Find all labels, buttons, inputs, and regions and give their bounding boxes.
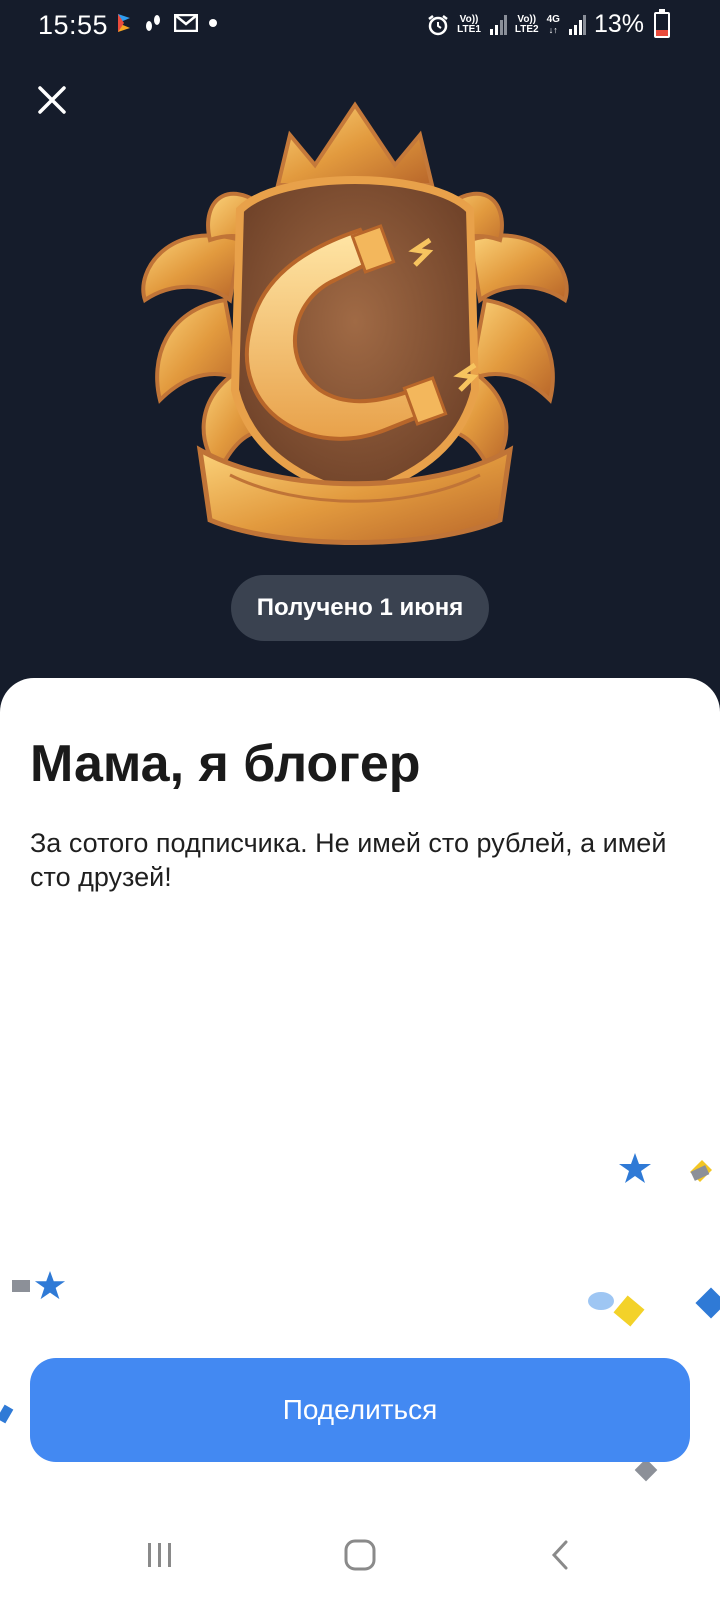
confetti-piece-icon xyxy=(12,1280,30,1292)
back-icon xyxy=(551,1540,568,1570)
sim1-label: Vo)) LTE1 xyxy=(457,13,481,35)
notification-icons xyxy=(116,12,218,34)
recent-apps-icon xyxy=(148,1543,171,1567)
share-button[interactable]: Поделиться xyxy=(30,1358,690,1462)
sim2-label-bottom: LTE2 xyxy=(514,23,539,35)
app-notification-icon xyxy=(118,14,130,32)
system-nav-bar xyxy=(0,1510,720,1600)
confetti-piece-icon xyxy=(634,1458,658,1482)
dot-icon xyxy=(209,19,217,27)
sim2-label: Vo)) LTE2 xyxy=(514,13,539,35)
close-icon xyxy=(38,86,66,114)
confetti-piece-icon xyxy=(695,1287,720,1319)
battery-percent: 13% xyxy=(593,10,644,38)
confetti-piece-icon xyxy=(588,1292,614,1310)
golden-magnet-crest-icon xyxy=(141,101,569,545)
home-button[interactable] xyxy=(330,1530,390,1580)
sim2-label-top: Vo)) xyxy=(517,13,537,25)
battery-icon xyxy=(654,8,670,38)
sim1-label-bottom: LTE1 xyxy=(457,23,481,35)
achievement-description: За сотого подписчика. Не имей сто рублей… xyxy=(30,828,667,892)
close-button[interactable] xyxy=(28,76,76,124)
mail-icon xyxy=(174,14,198,32)
alarm-icon xyxy=(428,14,448,35)
confetti-star-icon xyxy=(34,1270,66,1300)
network-type-label: 4G xyxy=(546,13,560,25)
status-time: 15:55 xyxy=(38,10,109,40)
battery-level xyxy=(656,30,668,36)
achievement-details-sheet: Мама, я блогер За сотого подписчика. Не … xyxy=(0,678,720,1600)
signal-icon xyxy=(489,14,507,35)
confetti-piece-icon xyxy=(0,1404,14,1424)
signal-icon xyxy=(568,14,586,35)
achievement-screen: 15:55 Vo)) LTE1 Vo)) LTE2 4G ↓↑ 13% Полу… xyxy=(0,0,720,1600)
network-type: 4G ↓↑ xyxy=(546,13,560,35)
achievement-title: Мама, я блогер xyxy=(30,735,421,793)
back-button[interactable] xyxy=(530,1530,590,1580)
confetti-piece-icon xyxy=(613,1295,645,1327)
achievement-date-badge: Получено 1 июня xyxy=(231,575,489,641)
recent-apps-button[interactable] xyxy=(130,1530,190,1580)
confetti-star-icon xyxy=(619,1153,651,1183)
sim1-label-top: Vo)) xyxy=(459,13,479,25)
confetti-piece-icon xyxy=(690,1160,712,1182)
steps-icon xyxy=(146,15,160,31)
data-arrows-icon: ↓↑ xyxy=(548,24,558,35)
system-indicators: Vo)) LTE1 Vo)) LTE2 4G ↓↑ 13% xyxy=(427,8,670,39)
status-bar: 15:55 Vo)) LTE1 Vo)) LTE2 4G ↓↑ 13% xyxy=(0,0,720,54)
home-icon xyxy=(344,1539,376,1571)
